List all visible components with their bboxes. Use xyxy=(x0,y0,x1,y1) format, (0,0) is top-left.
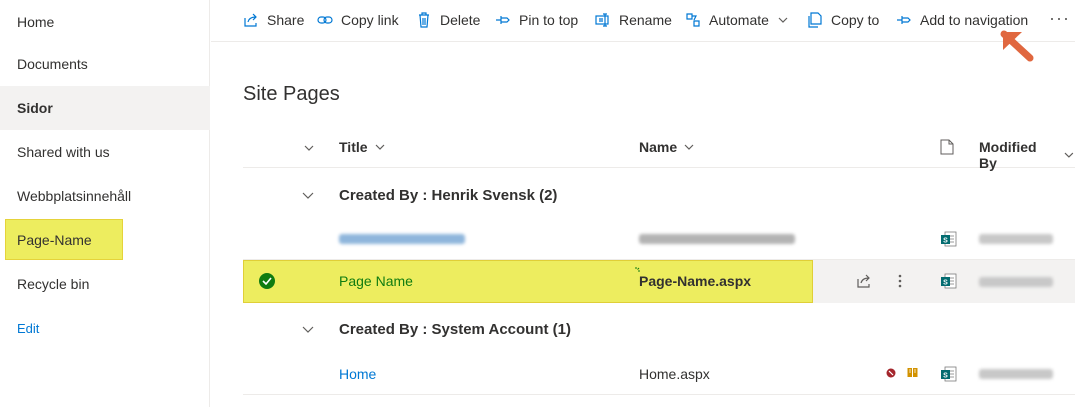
page-title: Site Pages xyxy=(243,83,340,105)
rename-label: Rename xyxy=(619,12,672,28)
svg-text:S: S xyxy=(943,238,948,245)
share-label: Share xyxy=(267,12,305,28)
group-title: Created By : Henrik Svensk (2) xyxy=(339,186,558,204)
nav-item-label: Shared with us xyxy=(17,144,110,160)
nav-item-label: Webbplatsinnehåll xyxy=(17,188,132,204)
copy-link-button[interactable]: Copy link xyxy=(317,8,399,32)
nav-item-documents[interactable]: Documents xyxy=(0,42,210,86)
rename-icon xyxy=(595,13,609,27)
pin-to-top-label: Pin to top xyxy=(519,12,579,28)
add-to-navigation-icon xyxy=(897,16,911,24)
table-row[interactable]: Home Home.aspx S xyxy=(243,353,1075,395)
nav-item-label: Sidor xyxy=(17,100,53,116)
group-header-henrik: Created By : Henrik Svensk (2) xyxy=(243,174,1075,216)
copy-icon xyxy=(808,12,822,28)
group-title: Created By : System Account (1) xyxy=(339,320,572,338)
share-icon[interactable] xyxy=(856,273,872,289)
row-name: Page-Name.aspx xyxy=(639,273,752,289)
chevron-down-icon xyxy=(684,144,694,150)
svg-text:S: S xyxy=(943,373,948,380)
copy-to-label: Copy to xyxy=(831,12,880,28)
automate-label: Automate xyxy=(709,12,769,28)
nav-item-page-name[interactable]: Page-Name xyxy=(0,218,210,262)
nav-item-label: Recycle bin xyxy=(17,276,90,292)
more-options-button[interactable]: ··· xyxy=(1049,9,1070,27)
nav-item-shared-with-us[interactable]: Shared with us xyxy=(0,130,210,174)
share-icon xyxy=(244,13,257,27)
blurred-modified-by xyxy=(979,234,1053,244)
group-header-system: Created By : System Account (1) xyxy=(243,308,1075,350)
automate-button[interactable]: Automate xyxy=(685,8,789,32)
collapse-all-chevron-icon[interactable] xyxy=(303,142,315,154)
nav-edit-label: Edit xyxy=(17,320,40,336)
table-row[interactable]: Page Name Page-Name.aspx S xyxy=(243,260,1075,302)
column-modified-by-label: Modified By xyxy=(979,139,1037,171)
column-name-label: Name xyxy=(639,139,678,155)
sharepoint-page-icon: S xyxy=(941,273,957,289)
sharepoint-page-icon: S xyxy=(941,366,957,382)
column-modified-by-header[interactable]: Modified By xyxy=(979,139,1075,171)
blurred-name xyxy=(639,234,795,244)
automate-icon xyxy=(686,13,700,27)
more-actions-icon[interactable] xyxy=(897,273,903,289)
blurred-modified-by xyxy=(979,277,1053,287)
sharepoint-page-icon: S xyxy=(941,231,957,247)
nav-item-sidor[interactable]: Sidor xyxy=(0,86,210,130)
link-icon xyxy=(317,16,333,24)
file-type-icon[interactable] xyxy=(940,139,954,155)
more-icon: ··· xyxy=(1049,8,1070,28)
row-selected-check-icon[interactable] xyxy=(259,273,275,289)
nav-item-recycle-bin[interactable]: Recycle bin xyxy=(0,262,210,306)
chevron-down-icon[interactable] xyxy=(301,322,315,336)
annotation-arrow-icon xyxy=(1000,30,1034,62)
rename-button[interactable]: Rename xyxy=(595,8,672,32)
chevron-down-icon xyxy=(778,17,788,23)
checked-out-icon xyxy=(886,368,896,378)
command-bar: Share Copy link Delete Pin to top Rename… xyxy=(211,0,1075,42)
copy-link-label: Copy link xyxy=(341,12,399,28)
delete-button[interactable]: Delete xyxy=(416,8,480,32)
blurred-modified-by xyxy=(979,369,1053,379)
add-to-navigation-label: Add to navigation xyxy=(920,12,1029,28)
column-title-label: Title xyxy=(339,139,368,155)
column-name-header[interactable]: Name xyxy=(639,139,695,155)
nav-item-home[interactable]: Home xyxy=(0,0,210,44)
column-title-header[interactable]: Title xyxy=(339,139,386,155)
chevron-down-icon xyxy=(375,144,384,150)
row-title-link[interactable]: Home xyxy=(339,366,376,382)
home-page-book-icon xyxy=(907,368,918,377)
nav-item-label: Home xyxy=(17,14,55,30)
trash-icon xyxy=(419,12,429,28)
nav-item-label: Page-Name xyxy=(17,232,92,248)
share-button[interactable]: Share xyxy=(243,8,304,32)
pin-icon xyxy=(496,16,510,24)
column-header-row: Title Name Modified By xyxy=(243,126,1075,171)
nav-item-site-contents[interactable]: Webbplatsinnehåll xyxy=(0,174,210,218)
chevron-down-icon[interactable] xyxy=(301,188,315,202)
chevron-down-icon xyxy=(1064,152,1074,158)
blurred-title xyxy=(339,234,465,244)
nav-edit-link[interactable]: Edit xyxy=(0,306,210,350)
svg-text:S: S xyxy=(943,280,948,287)
delete-label: Delete xyxy=(440,12,481,28)
pin-to-top-button[interactable]: Pin to top xyxy=(495,8,578,32)
nav-item-label: Documents xyxy=(17,56,88,72)
row-title-link[interactable]: Page Name xyxy=(339,273,413,289)
table-row[interactable]: S xyxy=(243,218,1075,260)
row-name: Home.aspx xyxy=(639,366,710,382)
copy-to-button[interactable]: Copy to xyxy=(807,8,879,32)
left-navigation: Home Documents Sidor Shared with us Webb… xyxy=(0,0,210,407)
